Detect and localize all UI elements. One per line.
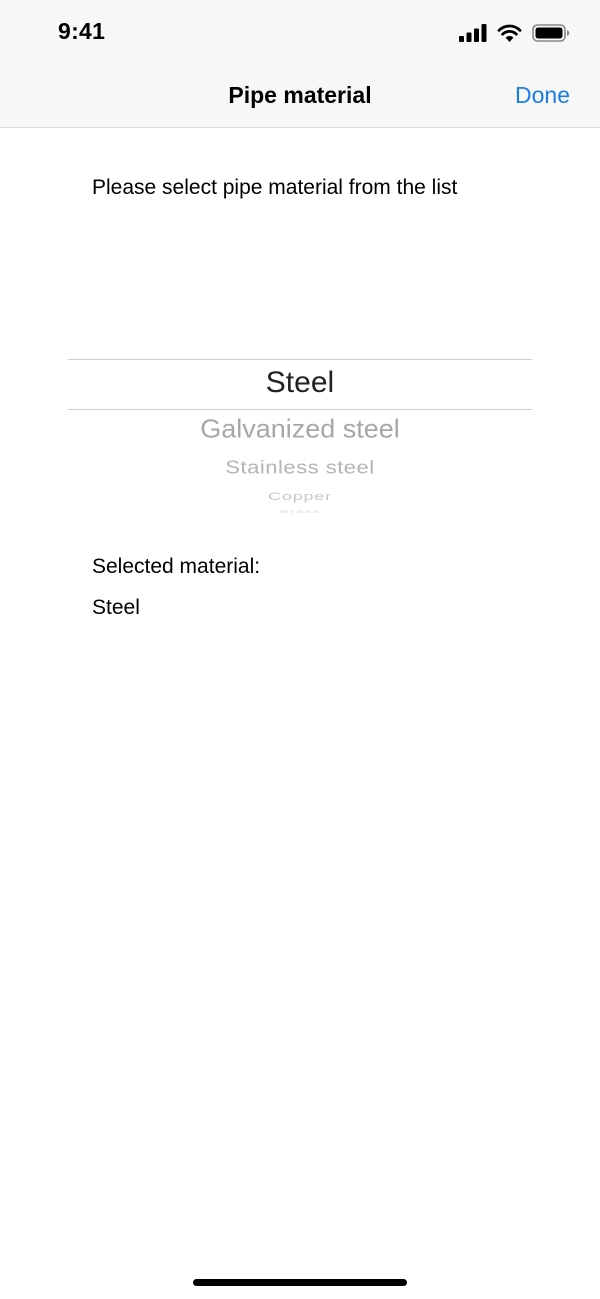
material-picker[interactable]: Steel Galvanized steel Stainless steel C… [68,300,532,516]
picker-option[interactable]: Galvanized steel [68,415,532,444]
battery-icon [532,24,570,42]
status-bar: 9:41 [0,0,600,64]
picker-option[interactable]: Stainless steel [68,457,532,478]
picker-option[interactable]: Brass [68,508,532,514]
picker-selection-bottom-line [68,409,532,410]
picker-option[interactable]: Copper [68,490,532,503]
home-indicator[interactable] [193,1279,407,1286]
status-icons [459,22,570,44]
selected-material-label: Selected material: [92,555,261,578]
status-time: 9:41 [58,18,106,44]
wifi-icon [497,24,522,42]
cellular-signal-icon [459,24,487,42]
page-title: Pipe material [228,82,372,108]
selected-material-value: Steel [92,596,140,619]
done-button[interactable]: Done [515,82,570,109]
picker-option-selected[interactable]: Steel [68,366,532,400]
navigation-bar: Pipe material Done [0,64,600,128]
instruction-text: Please select pipe material from the lis… [92,176,458,199]
picker-selection-top-line [68,359,532,360]
